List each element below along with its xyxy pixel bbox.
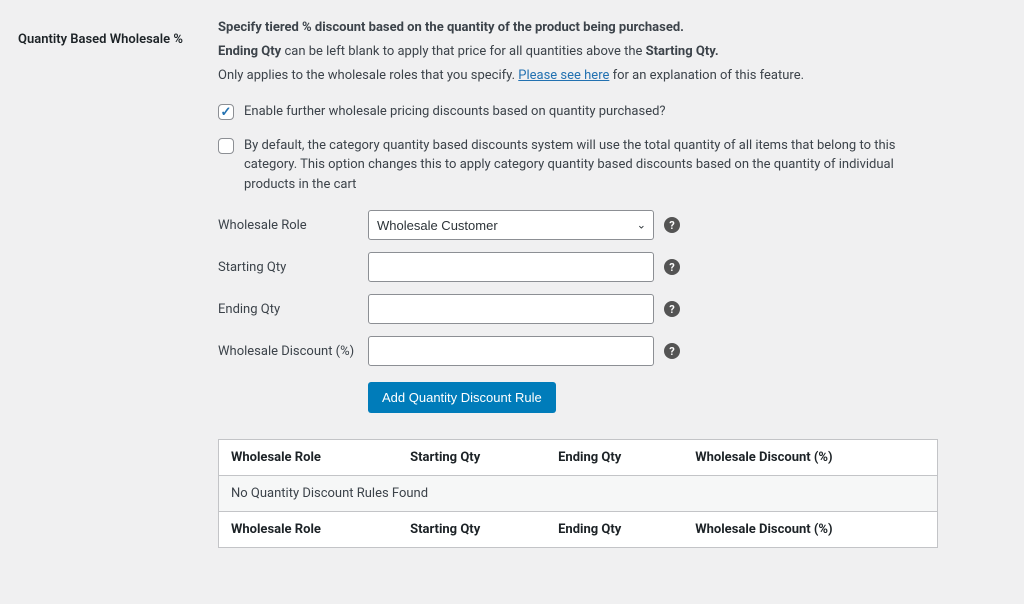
table-header-discount: Wholesale Discount (%) xyxy=(683,440,937,476)
help-icon[interactable]: ? xyxy=(664,343,680,359)
ending-qty-label: Ending Qty xyxy=(218,302,368,317)
description-line-2: Ending Qty can be left blank to apply th… xyxy=(218,42,938,62)
help-icon[interactable]: ? xyxy=(664,217,680,233)
see-here-link[interactable]: Please see here xyxy=(518,68,609,83)
section-title: Quantity Based Wholesale % xyxy=(18,32,198,47)
help-icon[interactable]: ? xyxy=(664,301,680,317)
table-row: No Quantity Discount Rules Found xyxy=(219,476,937,512)
enable-checkbox-label: Enable further wholesale pricing discoun… xyxy=(244,102,666,122)
table-header-starting: Starting Qty xyxy=(398,440,546,476)
per-product-checkbox-label: By default, the category quantity based … xyxy=(244,136,938,195)
add-rule-button[interactable]: Add Quantity Discount Rule xyxy=(368,382,556,413)
ending-qty-input[interactable] xyxy=(368,294,654,324)
per-product-checkbox[interactable] xyxy=(218,138,234,154)
wholesale-discount-label: Wholesale Discount (%) xyxy=(218,344,368,359)
discount-rules-table: Wholesale Role Starting Qty Ending Qty W… xyxy=(219,440,937,547)
starting-qty-input[interactable] xyxy=(368,252,654,282)
empty-message: No Quantity Discount Rules Found xyxy=(219,476,937,512)
table-header-role: Wholesale Role xyxy=(219,440,398,476)
help-icon[interactable]: ? xyxy=(664,259,680,275)
wholesale-discount-input[interactable] xyxy=(368,336,654,366)
description-line-1: Specify tiered % discount based on the q… xyxy=(218,18,938,38)
table-footer-starting: Starting Qty xyxy=(398,512,546,548)
starting-qty-label: Starting Qty xyxy=(218,260,368,275)
table-footer-role: Wholesale Role xyxy=(219,512,398,548)
wholesale-role-select[interactable]: Wholesale Customer xyxy=(368,210,654,240)
description-line-3: Only applies to the wholesale roles that… xyxy=(218,66,938,86)
table-header-ending: Ending Qty xyxy=(546,440,683,476)
table-footer-ending: Ending Qty xyxy=(546,512,683,548)
table-footer-discount: Wholesale Discount (%) xyxy=(683,512,937,548)
enable-checkbox[interactable] xyxy=(218,104,234,120)
wholesale-role-label: Wholesale Role xyxy=(218,218,368,233)
